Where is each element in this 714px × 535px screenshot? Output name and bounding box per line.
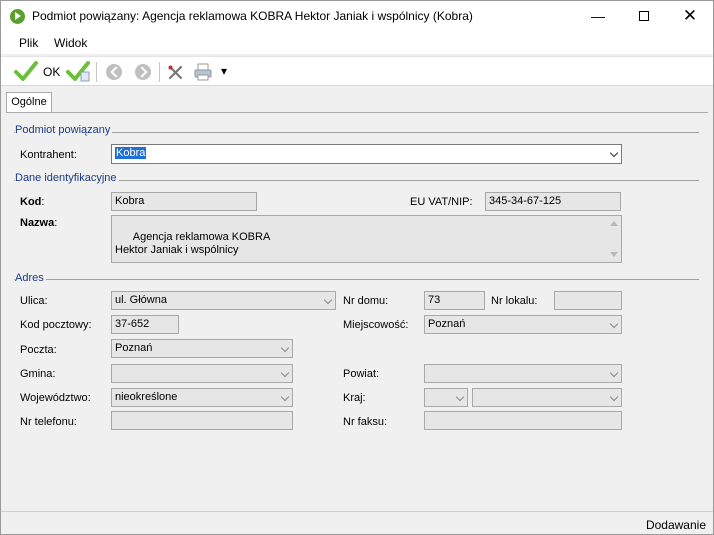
- scroll-up-icon[interactable]: [610, 221, 618, 226]
- county-label: Powiat:: [343, 368, 380, 380]
- minimize-button[interactable]: —: [575, 1, 621, 32]
- province-label: Województwo:: [20, 392, 91, 404]
- section-title-address: Adres: [15, 272, 46, 284]
- postcode-label: Kod pocztowy:: [20, 319, 92, 331]
- contractor-value: Kobra: [115, 147, 147, 159]
- chevron-down-icon[interactable]: [609, 319, 619, 329]
- code-label-colon: :: [41, 196, 45, 208]
- section-title-related: Podmiot powiązany: [15, 124, 113, 136]
- province-combobox[interactable]: nieokreślone: [111, 388, 293, 407]
- ok-check-icon[interactable]: [14, 60, 38, 82]
- section-divider: [14, 132, 699, 133]
- commune-combobox[interactable]: [111, 364, 293, 383]
- name-label-colon: :: [54, 217, 58, 229]
- save-and-new-icon[interactable]: [66, 60, 90, 82]
- chevron-down-icon[interactable]: [609, 368, 619, 378]
- code-field[interactable]: Kobra: [111, 192, 257, 211]
- county-combobox[interactable]: [424, 364, 622, 383]
- app-play-icon: [10, 9, 25, 24]
- tools-icon[interactable]: [167, 64, 184, 81]
- country-label: Kraj:: [343, 392, 366, 404]
- code-label-text: Kod: [20, 196, 42, 208]
- print-icon[interactable]: [194, 63, 212, 81]
- window-title: Podmiot powiązany: Agencja reklamowa KOB…: [32, 9, 473, 23]
- tab-ogolne[interactable]: Ogólne: [6, 92, 52, 113]
- flat-number-field[interactable]: [554, 291, 622, 310]
- next-record-icon[interactable]: [135, 64, 151, 80]
- toolbar: OK ▾: [1, 56, 713, 86]
- ok-button[interactable]: OK: [43, 65, 60, 79]
- tab-content-panel: Podmiot powiązany Kontrahent: Kobra Dane…: [6, 112, 708, 508]
- toolbar-separator: [159, 62, 160, 82]
- name-label: Nazwa:: [20, 217, 57, 229]
- tab-strip: Ogólne: [1, 87, 713, 113]
- street-combobox[interactable]: ul. Główna: [111, 291, 336, 310]
- menu-widok[interactable]: Widok: [54, 36, 87, 50]
- province-value: nieokreślone: [115, 391, 178, 403]
- menu-bar: Plik Widok: [1, 32, 713, 54]
- code-label: Kod:: [20, 196, 44, 208]
- section-divider: [14, 279, 699, 280]
- house-number-label: Nr domu:: [343, 295, 389, 307]
- scroll-down-icon[interactable]: [610, 252, 618, 257]
- chevron-down-icon[interactable]: [280, 368, 290, 378]
- name-textarea[interactable]: Agencja reklamowa KOBRA Hektor Janiak i …: [111, 215, 622, 263]
- phone-field[interactable]: [111, 411, 293, 430]
- city-label: Miejscowość:: [343, 319, 409, 331]
- chevron-down-icon[interactable]: [280, 392, 290, 402]
- city-combobox[interactable]: Poznań: [424, 315, 622, 334]
- chevron-down-icon[interactable]: [609, 148, 619, 158]
- maximize-button[interactable]: [621, 1, 667, 32]
- chevron-down-icon[interactable]: [609, 392, 619, 402]
- house-number-field[interactable]: 73: [424, 291, 485, 310]
- contractor-label: Kontrahent:: [20, 149, 77, 161]
- chevron-down-icon[interactable]: [280, 343, 290, 353]
- status-bar: Dodawanie: [1, 511, 713, 534]
- chevron-down-icon[interactable]: [323, 295, 333, 305]
- post-office-value: Poznań: [115, 342, 153, 354]
- print-dropdown-icon[interactable]: ▾: [221, 64, 227, 78]
- fax-label: Nr faksu:: [343, 416, 388, 428]
- flat-number-label: Nr lokalu:: [491, 295, 538, 307]
- dialog-window: Podmiot powiązany: Agencja reklamowa KOB…: [0, 0, 714, 535]
- street-value: ul. Główna: [115, 294, 167, 306]
- close-button[interactable]: ✕: [667, 1, 713, 32]
- phone-label: Nr telefonu:: [20, 416, 77, 428]
- postcode-field[interactable]: 37-652: [111, 315, 179, 334]
- post-office-combobox[interactable]: Poznań: [111, 339, 293, 358]
- maximize-icon: [639, 10, 649, 21]
- country-combobox[interactable]: [472, 388, 622, 407]
- vat-label: EU VAT/NIP:: [410, 196, 473, 208]
- street-label: Ulica:: [20, 295, 48, 307]
- country-code-combobox[interactable]: [424, 388, 468, 407]
- vat-field[interactable]: 345-34-67-125: [485, 192, 621, 211]
- commune-label: Gmina:: [20, 368, 56, 380]
- fax-field[interactable]: [424, 411, 622, 430]
- previous-record-icon[interactable]: [106, 64, 122, 80]
- name-label-text: Nazwa: [20, 217, 55, 229]
- status-mode: Dodawanie: [645, 518, 706, 532]
- menu-plik[interactable]: Plik: [19, 36, 38, 50]
- post-office-label: Poczta:: [20, 344, 57, 356]
- contractor-combobox[interactable]: Kobra: [111, 144, 622, 164]
- chevron-down-icon[interactable]: [455, 392, 465, 402]
- title-bar[interactable]: Podmiot powiązany: Agencja reklamowa KOB…: [1, 1, 713, 32]
- name-value: Agencja reklamowa KOBRA Hektor Janiak i …: [115, 231, 271, 256]
- section-title-ident: Dane identyfikacyjne: [15, 172, 119, 184]
- city-value: Poznań: [428, 318, 466, 330]
- toolbar-separator: [96, 62, 97, 82]
